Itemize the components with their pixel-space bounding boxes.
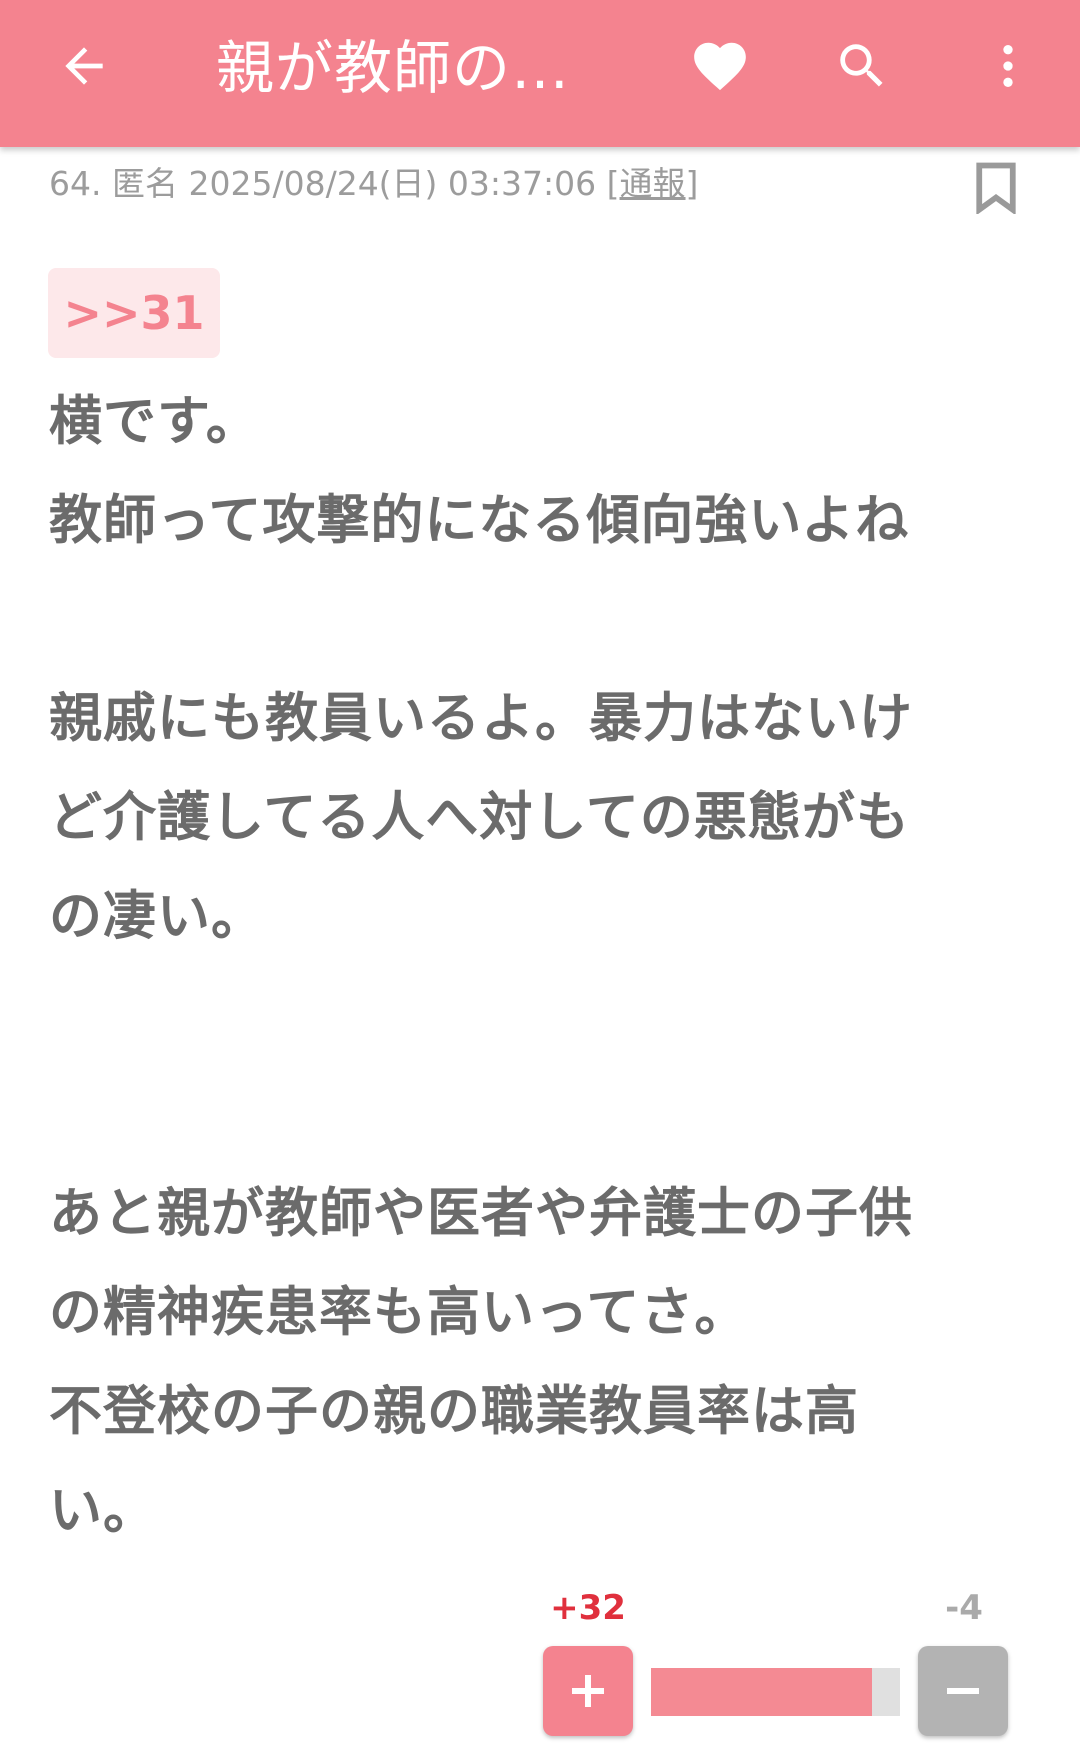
comment-number: 64. [49,164,102,203]
back-button[interactable] [46,28,122,104]
vote-ratio-fill [651,1668,873,1716]
report-bracket-close: ] [685,164,699,203]
body-line: 横です。 [49,391,260,452]
report-bracket-open: [ [606,164,620,203]
downvote-button[interactable] [918,1646,1008,1736]
body-line: 教師って攻撃的になる傾向強いよね [49,490,910,551]
minus-icon [947,1688,979,1694]
body-line: ど介護してる人へ対しての悪態がも [49,787,910,848]
plus-vote-count: +32 [550,1588,626,1628]
app-bar: 親が教師の方... [0,0,1080,147]
report-link[interactable]: 通報 [620,164,686,203]
reply-anchor[interactable]: >>31 [48,268,220,358]
bookmark-icon [976,162,1016,214]
body-line: い。 [49,1480,157,1541]
favorite-button[interactable] [682,28,758,104]
body-line: 不登校の子の親の職業教員率は高 [49,1381,859,1442]
heart-icon [694,42,746,91]
more-vertical-icon [1003,45,1013,87]
comment-meta: 64. 匿名 2025/08/24(日) 03:37:06 [通報] [49,156,698,212]
more-options-button[interactable] [970,28,1046,104]
minus-vote-count: -4 [945,1588,983,1628]
body-line [49,1065,1049,1164]
bookmark-button[interactable] [968,156,1024,220]
comment-timestamp: 2025/08/24(日) 03:37:06 [188,164,597,203]
upvote-button[interactable] [543,1646,633,1736]
body-line: 親戚にも教員いるよ。暴力はないけ [49,688,913,749]
comment-body: 横です。 教師って攻撃的になる傾向強いよね 親戚にも教員いるよ。暴力はないけ ど… [49,372,1049,1560]
body-line: あと親が教師や医者や弁護士の子供 [49,1183,913,1244]
body-line: の精神疾患率も高いってさ。 [49,1282,749,1343]
body-line [49,570,1049,669]
search-icon [840,44,883,87]
page-title: 親が教師の方... [216,34,626,102]
comment-author: 匿名 [111,164,178,203]
back-arrow-icon [65,47,103,85]
body-line [49,966,1049,1065]
plus-icon [572,1675,604,1707]
vote-ratio-bar [651,1668,900,1716]
body-line: の凄い。 [49,886,265,947]
search-button[interactable] [824,28,900,104]
